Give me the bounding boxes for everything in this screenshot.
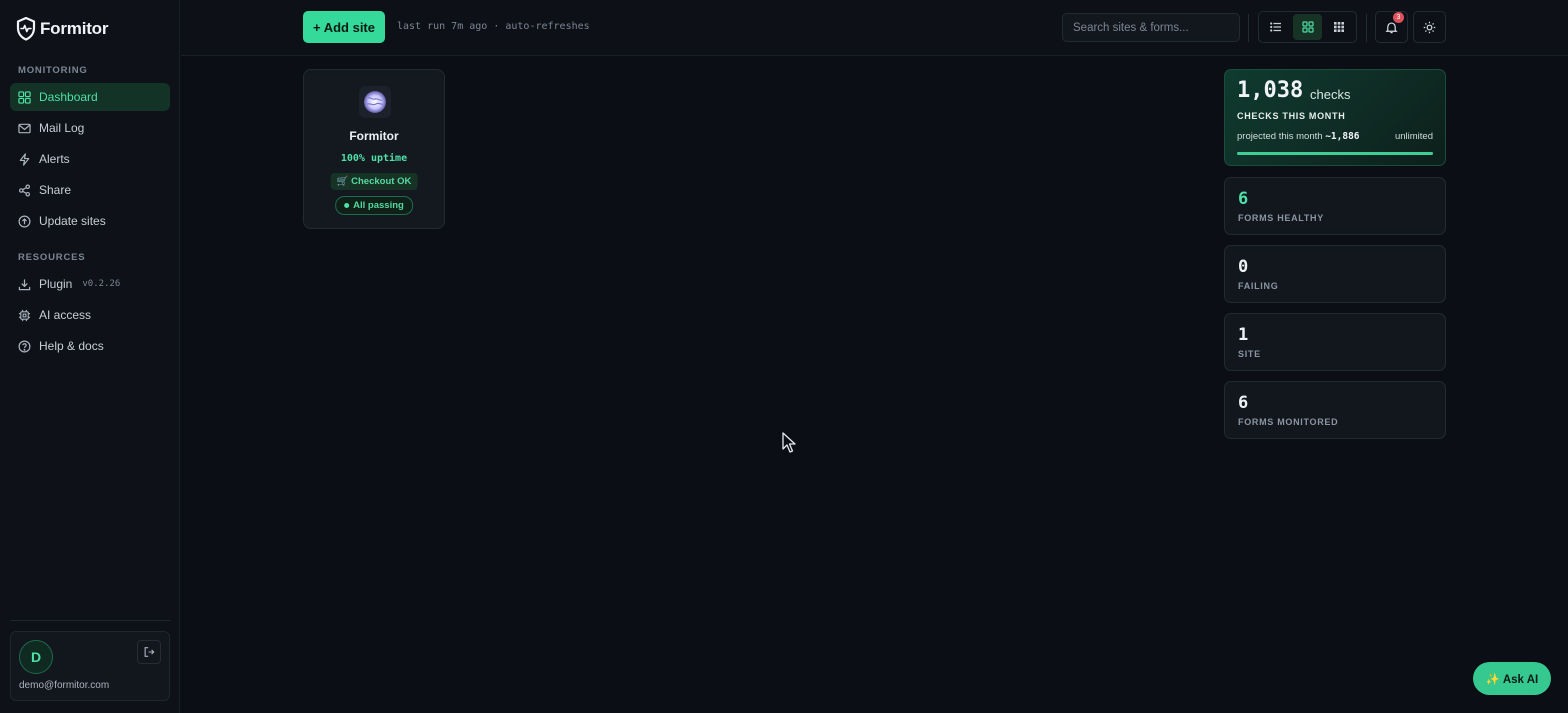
sidebar-item-dashboard[interactable]: Dashboard xyxy=(10,83,170,111)
sidebar-item-mail-log[interactable]: Mail Log xyxy=(10,114,170,142)
checks-unit: checks xyxy=(1310,87,1351,102)
site-uptime: 100% uptime xyxy=(340,153,408,164)
mail-icon xyxy=(18,123,31,133)
stat-label: FORMS MONITORED xyxy=(1238,417,1339,427)
stat-value: 1 xyxy=(1238,325,1249,345)
notifications-button[interactable]: 3 xyxy=(1375,11,1408,43)
sidebar-item-label: Help & docs xyxy=(39,339,104,353)
shield-icon xyxy=(16,17,36,41)
site-card[interactable]: Formitor 100% uptime 🛒 Checkout OK All p… xyxy=(303,69,445,229)
grid-icon xyxy=(18,90,31,104)
list-icon xyxy=(1269,22,1281,32)
stat-value: 6 xyxy=(1238,189,1249,209)
topbar: + Add site last run 7m ago · auto-refres… xyxy=(181,0,1568,56)
plugin-version: v0.2.26 xyxy=(82,279,121,289)
compact-grid-view-button[interactable] xyxy=(1324,14,1354,40)
sidebar-item-plugin[interactable]: Plugin v0.2.26 xyxy=(10,270,170,298)
logout-button[interactable] xyxy=(137,640,161,664)
user-card: D demo@formitor.com xyxy=(10,631,170,701)
stat-failing: 0 FAILING xyxy=(1224,245,1446,303)
chip-icon xyxy=(18,309,31,321)
stat-forms-healthy: 6 FORMS HEALTHY xyxy=(1224,177,1446,235)
last-run-status: last run 7m ago · auto-refreshes xyxy=(397,21,590,32)
globe-icon xyxy=(364,91,386,113)
checks-label: CHECKS THIS MONTH xyxy=(1237,111,1346,121)
checkout-status-badge: 🛒 Checkout OK xyxy=(330,173,418,190)
site-favicon xyxy=(359,86,391,118)
checks-limit: unlimited xyxy=(1394,131,1433,142)
sidebar-item-label: Share xyxy=(39,183,72,197)
toolbar-divider xyxy=(1366,14,1367,42)
upload-icon xyxy=(18,215,31,227)
download-icon xyxy=(18,278,31,290)
toolbar-divider xyxy=(1248,14,1249,42)
projected-value: ~1,886 xyxy=(1325,131,1360,142)
ask-ai-button[interactable]: ✨ Ask AI xyxy=(1473,662,1551,695)
sidebar: Formitor MONITORING Dashboard Mail Log A… xyxy=(0,0,180,713)
avatar[interactable]: D xyxy=(19,640,53,674)
bolt-icon xyxy=(19,152,30,166)
theme-toggle-button[interactable] xyxy=(1413,11,1446,43)
sidebar-item-label: Alerts xyxy=(39,152,70,166)
share-icon xyxy=(18,184,31,196)
sidebar-item-update-sites[interactable]: Update sites xyxy=(10,207,170,235)
view-toggle-group xyxy=(1258,11,1357,43)
sidebar-item-label: Dashboard xyxy=(39,90,98,104)
checks-count: 1,038 xyxy=(1237,78,1304,103)
user-email: demo@formitor.com xyxy=(19,680,110,691)
brand-name: Formitor xyxy=(40,19,109,38)
checks-progress-bar xyxy=(1237,152,1433,155)
sidebar-divider xyxy=(10,620,170,621)
list-view-button[interactable] xyxy=(1261,14,1291,40)
mouse-cursor-icon xyxy=(782,432,796,453)
status-badge: All passing xyxy=(335,196,413,215)
status-badge-label: All passing xyxy=(353,200,404,211)
stat-value: 0 xyxy=(1238,257,1249,277)
sun-icon xyxy=(1423,21,1436,33)
checks-progress-fill xyxy=(1237,152,1433,155)
sidebar-item-alerts[interactable]: Alerts xyxy=(10,145,170,173)
help-icon xyxy=(18,340,31,352)
search-input[interactable] xyxy=(1062,13,1240,42)
notification-badge: 3 xyxy=(1393,12,1404,23)
stat-value: 6 xyxy=(1238,393,1249,413)
brand-logo[interactable]: Formitor xyxy=(16,17,108,41)
logout-icon xyxy=(144,647,155,657)
projected-checks: projected this month ~1,886 xyxy=(1237,131,1360,142)
compact-grid-icon xyxy=(1334,22,1345,32)
grid-view-button[interactable] xyxy=(1292,14,1323,40)
checkout-status-label: 🛒 Checkout OK xyxy=(336,176,412,187)
grid-icon xyxy=(1301,21,1314,33)
sidebar-item-help-docs[interactable]: Help & docs xyxy=(10,332,170,360)
sidebar-item-label: AI access xyxy=(39,308,92,322)
section-monitoring: MONITORING xyxy=(18,65,88,76)
sidebar-item-ai-access[interactable]: AI access xyxy=(10,301,170,329)
stat-sites: 1 SITE xyxy=(1224,313,1446,371)
section-resources: RESOURCES xyxy=(18,252,86,263)
projected-prefix: projected this month xyxy=(1237,131,1326,142)
sidebar-item-label: Update sites xyxy=(39,214,106,228)
sidebar-item-label: Mail Log xyxy=(39,121,85,135)
status-dot-icon xyxy=(344,203,350,208)
stat-label: FORMS HEALTHY xyxy=(1238,213,1324,223)
sidebar-item-label: Plugin xyxy=(39,277,73,291)
site-name: Formitor xyxy=(349,129,399,143)
stat-label: FAILING xyxy=(1238,281,1279,291)
sidebar-item-share[interactable]: Share xyxy=(10,176,170,204)
stat-label: SITE xyxy=(1238,349,1261,359)
add-site-button[interactable]: + Add site xyxy=(303,11,385,43)
checks-this-month-card: 1,038 checks CHECKS THIS MONTH projected… xyxy=(1224,69,1446,166)
stat-forms-monitored: 6 FORMS MONITORED xyxy=(1224,381,1446,439)
